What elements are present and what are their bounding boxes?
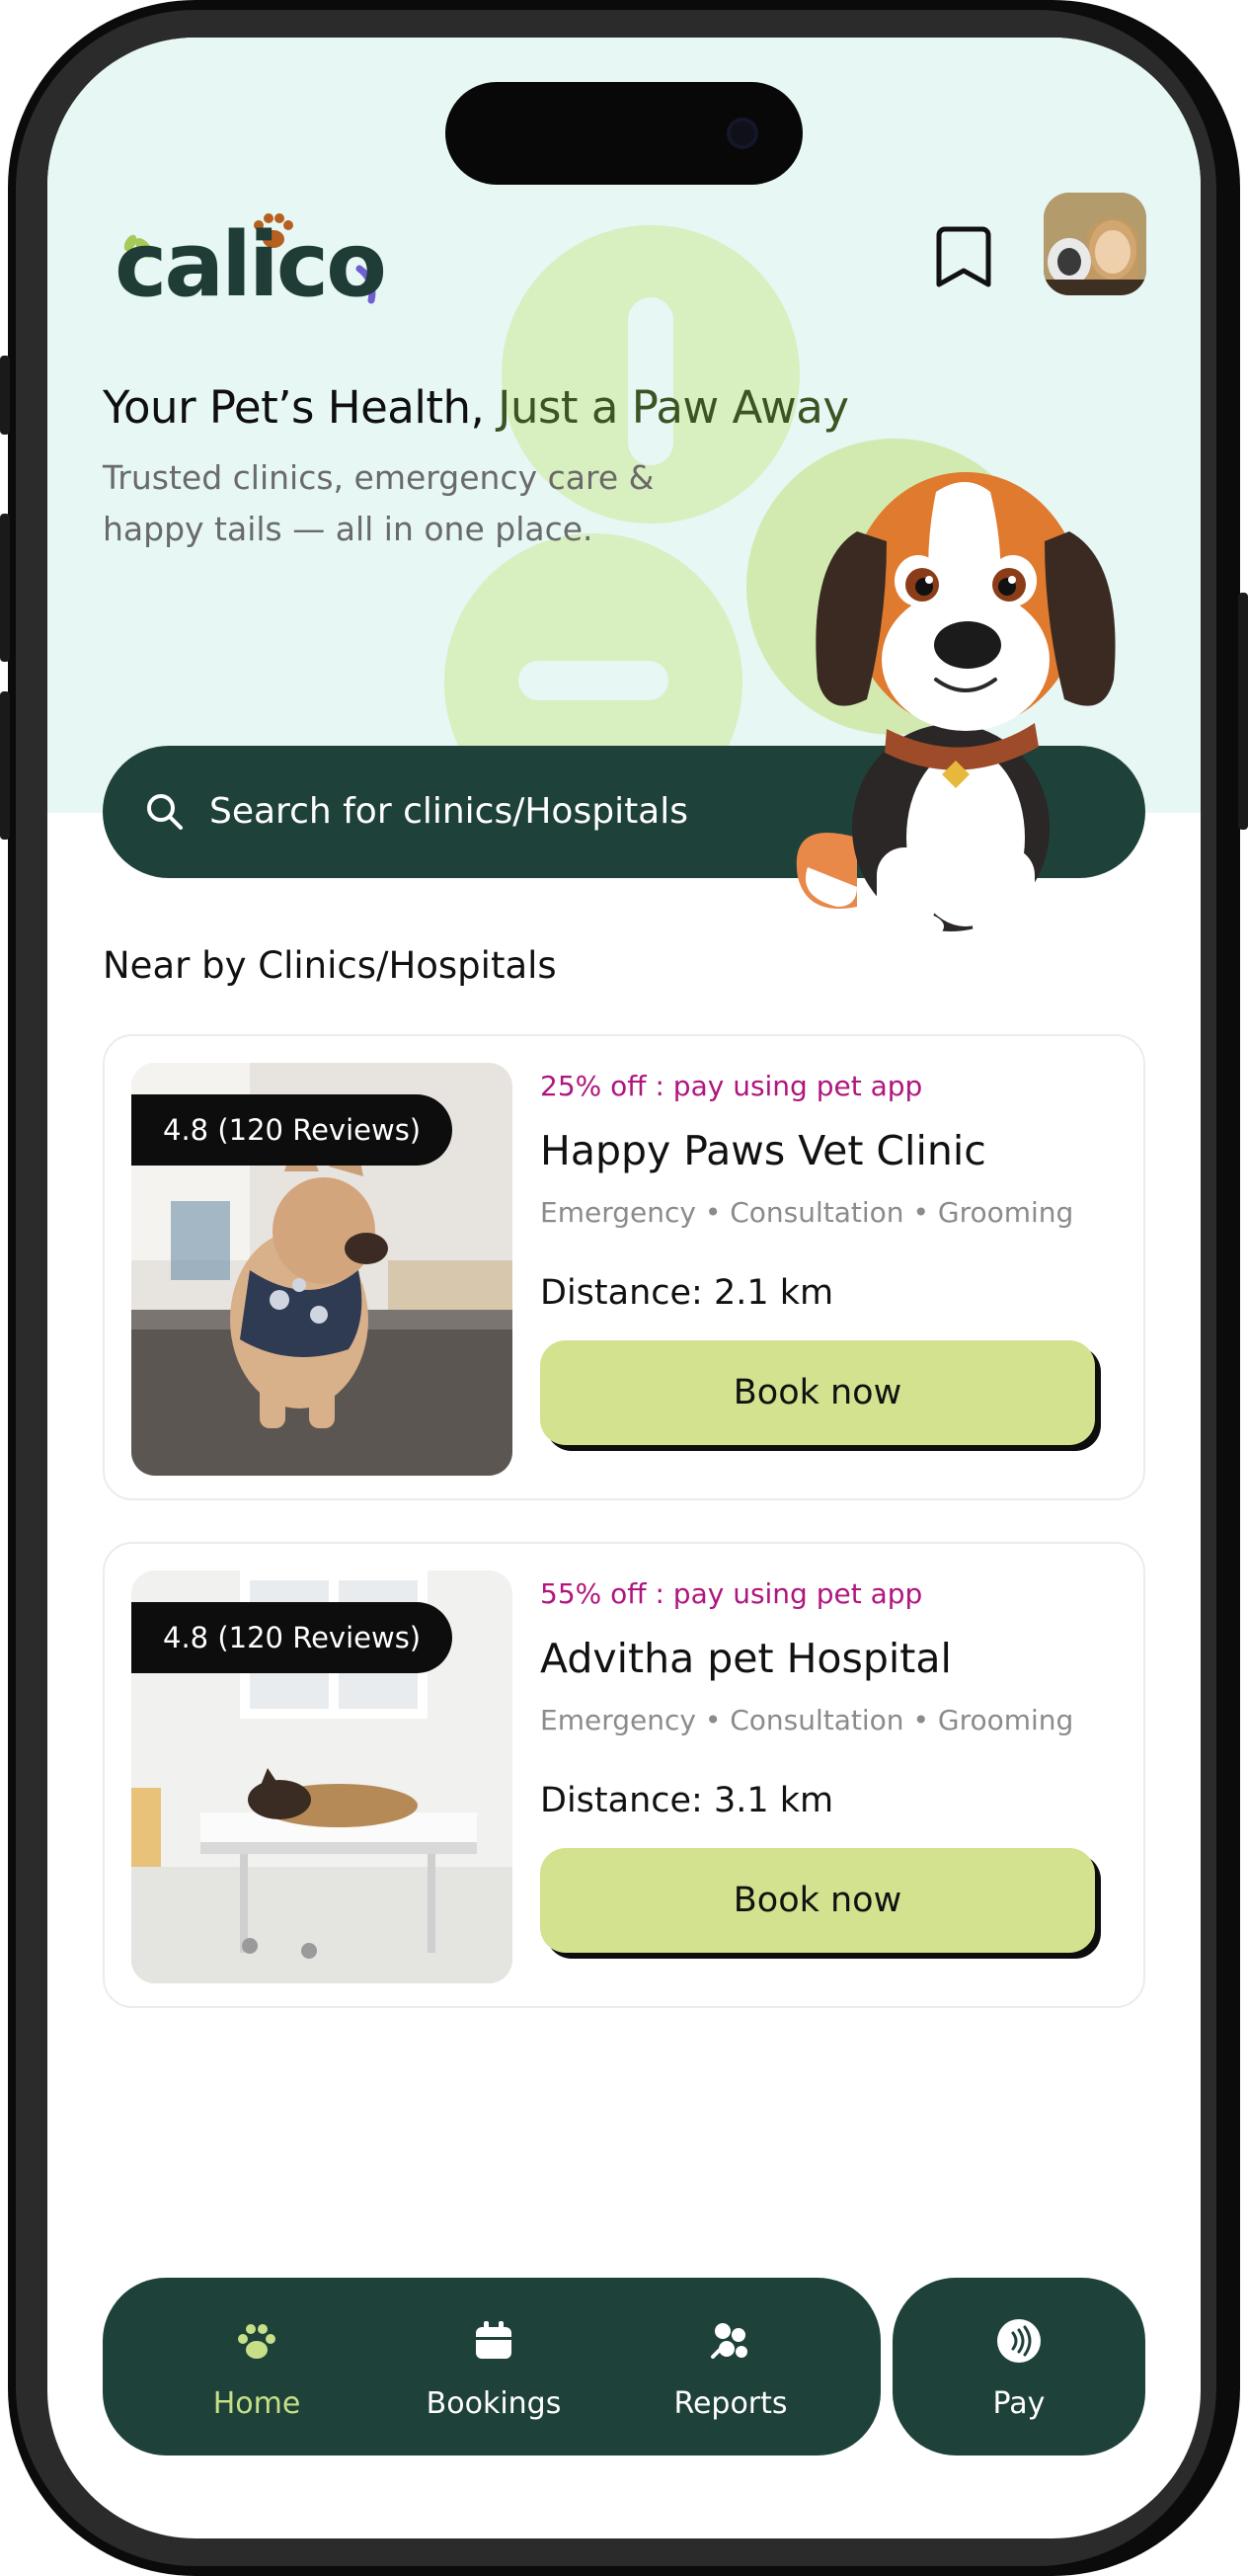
reports-icon bbox=[711, 2323, 747, 2359]
volume-up-button bbox=[0, 514, 10, 662]
calico-logo: calico bbox=[115, 194, 411, 324]
clinic-services: Emergency • Consultation • Grooming bbox=[540, 1196, 1074, 1229]
user-avatar[interactable] bbox=[1044, 193, 1146, 295]
logo-text: calico bbox=[115, 213, 387, 317]
book-now-button[interactable]: Book now bbox=[540, 1340, 1095, 1445]
bookmark-icon bbox=[936, 226, 991, 287]
hero-subtitle: Trusted clinics, emergency care & happy … bbox=[103, 458, 655, 548]
avatar-photo bbox=[1044, 193, 1146, 295]
clinic-distance: Distance: 2.1 km bbox=[540, 1273, 834, 1313]
bottom-nav: Home Bookings Reports bbox=[103, 2278, 881, 2455]
search-input[interactable]: Search for clinics/Hospitals bbox=[209, 791, 688, 832]
camera-icon bbox=[727, 118, 758, 149]
clinic-card[interactable]: 4.8 (120 Reviews) 55% off : pay using pe… bbox=[103, 1542, 1145, 2008]
volume-down-button bbox=[0, 691, 10, 840]
power-button bbox=[1238, 593, 1248, 830]
nav-label-pay: Pay bbox=[992, 2386, 1046, 2421]
rating-badge: 4.8 (120 Reviews) bbox=[131, 1094, 453, 1166]
nav-label-bookings: Bookings bbox=[426, 2386, 562, 2421]
search-icon bbox=[147, 794, 183, 830]
paw-icon bbox=[238, 2324, 275, 2359]
hero-title-accent: Just a Paw Away bbox=[498, 381, 849, 434]
nav-item-bookings[interactable]: Bookings bbox=[395, 2278, 592, 2455]
clinic-name: Advitha pet Hospital bbox=[540, 1635, 952, 1682]
nav-label-reports: Reports bbox=[673, 2386, 788, 2421]
nav-label-home: Home bbox=[212, 2386, 301, 2421]
book-now-button[interactable]: Book now bbox=[540, 1848, 1095, 1953]
clinic-services: Emergency • Consultation • Grooming bbox=[540, 1704, 1074, 1736]
decor-pill bbox=[518, 661, 668, 700]
clinic-name: Happy Paws Vet Clinic bbox=[540, 1127, 986, 1174]
clinic-card[interactable]: 4.8 (120 Reviews) 25% off : pay using pe… bbox=[103, 1034, 1145, 1500]
dynamic-island bbox=[445, 82, 803, 185]
beagle-mascot-illustration bbox=[796, 472, 1116, 942]
bookmark-button[interactable] bbox=[919, 211, 1008, 300]
nav-item-reports[interactable]: Reports bbox=[632, 2278, 829, 2455]
clinic-photo: 4.8 (120 Reviews) bbox=[131, 1063, 512, 1476]
contactless-pay-icon bbox=[997, 2319, 1041, 2363]
offer-text: 55% off : pay using pet app bbox=[540, 1577, 923, 1610]
pay-button[interactable]: Pay bbox=[893, 2278, 1145, 2455]
app-screen: calico Your Pet’s Health, Just a Paw Awa… bbox=[47, 38, 1201, 2538]
rating-badge: 4.8 (120 Reviews) bbox=[131, 1602, 453, 1673]
section-title: Near by Clinics/Hospitals bbox=[103, 944, 557, 987]
calendar-icon bbox=[476, 2321, 511, 2359]
offer-text: 25% off : pay using pet app bbox=[540, 1070, 923, 1102]
hero-title: Your Pet’s Health, Just a Paw Away bbox=[103, 381, 849, 434]
clinic-distance: Distance: 3.1 km bbox=[540, 1781, 834, 1820]
nav-item-home[interactable]: Home bbox=[158, 2278, 355, 2455]
nav-item-pay[interactable]: Pay bbox=[893, 2278, 1145, 2455]
action-button bbox=[0, 356, 10, 435]
clinic-photo: 4.8 (120 Reviews) bbox=[131, 1570, 512, 1983]
